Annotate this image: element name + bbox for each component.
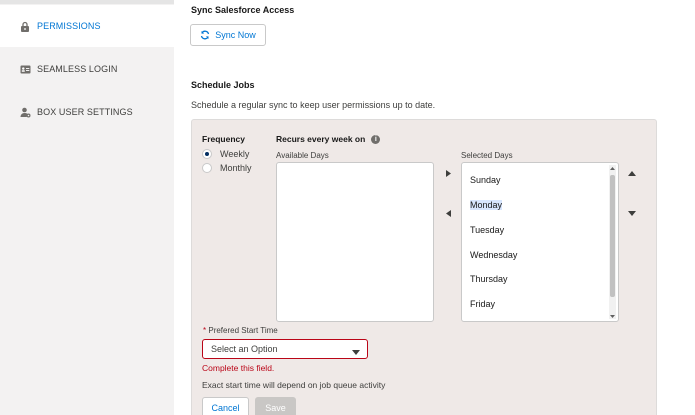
sidebar-item-box-user-settings[interactable]: BOX USER SETTINGS xyxy=(0,91,174,133)
cancel-button[interactable]: Cancel xyxy=(202,397,249,415)
selected-day-item-highlighted[interactable]: Monday xyxy=(470,200,503,210)
selected-day-item[interactable]: Friday xyxy=(470,299,495,309)
start-time-label: * Prefered Start Time xyxy=(203,326,278,335)
day-label: Tuesday xyxy=(470,225,505,235)
scroll-up-icon[interactable] xyxy=(609,165,616,171)
sidebar-item-label: SEAMLESS LOGIN xyxy=(37,64,118,74)
sidebar-item-permissions[interactable]: PERMISSIONS xyxy=(0,5,174,47)
id-card-icon xyxy=(19,63,31,75)
frequency-monthly-radio[interactable]: Monthly xyxy=(202,163,252,173)
recurs-label: Recurs every week on i xyxy=(276,134,381,144)
save-button[interactable]: Save xyxy=(255,397,296,415)
lock-icon xyxy=(19,20,31,32)
user-settings-icon xyxy=(19,106,31,118)
selected-day-item[interactable]: Sunday xyxy=(470,175,501,185)
select-placeholder: Select an Option xyxy=(211,344,278,354)
sidebar-item-label: BOX USER SETTINGS xyxy=(37,107,133,117)
start-time-note: Exact start time will depend on job queu… xyxy=(202,380,386,390)
radio-dot xyxy=(202,163,212,173)
info-icon[interactable]: i xyxy=(371,134,381,144)
scrollbar[interactable] xyxy=(609,165,616,319)
sync-now-button[interactable]: Sync Now xyxy=(190,24,266,46)
sidebar-item-label: PERMISSIONS xyxy=(37,21,101,31)
move-up-arrow-icon[interactable] xyxy=(627,168,637,178)
sidebar: PERMISSIONS SEAMLESS LOGIN BOX USER SETT… xyxy=(0,0,174,415)
frequency-weekly-radio[interactable]: Weekly xyxy=(202,149,249,159)
refresh-icon xyxy=(200,30,210,40)
radio-dot-selected xyxy=(202,149,212,159)
day-label: Sunday xyxy=(470,175,501,185)
radio-label: Weekly xyxy=(220,149,250,159)
selected-days-listbox[interactable]: Sunday Monday Tuesday Wednesday Thursday… xyxy=(461,162,619,322)
schedule-description: Schedule a regular sync to keep user per… xyxy=(191,100,436,110)
required-mark: * xyxy=(203,326,207,335)
sync-now-label: Sync Now xyxy=(215,30,256,40)
frequency-label: Frequency xyxy=(202,134,245,144)
scroll-thumb[interactable] xyxy=(610,175,615,297)
day-label: Thursday xyxy=(470,274,508,284)
chevron-down-icon xyxy=(352,347,360,357)
selected-day-item[interactable]: Wednesday xyxy=(470,250,517,260)
day-label: Wednesday xyxy=(470,250,518,260)
error-message: Complete this field. xyxy=(202,363,275,373)
sync-heading: Sync Salesforce Access xyxy=(191,5,295,15)
schedule-heading: Schedule Jobs xyxy=(191,80,255,90)
selected-day-item[interactable]: Tuesday xyxy=(470,225,504,235)
available-days-listbox[interactable] xyxy=(276,162,434,322)
sidebar-top-strip xyxy=(0,0,174,4)
sidebar-item-seamless-login[interactable]: SEAMLESS LOGIN xyxy=(0,48,174,90)
scroll-down-icon[interactable] xyxy=(609,313,616,319)
day-label: Friday xyxy=(470,299,496,309)
start-time-select[interactable]: Select an Option xyxy=(202,339,368,359)
move-right-arrow-icon[interactable] xyxy=(443,168,453,178)
recurs-label-text: Recurs every week on xyxy=(276,134,366,144)
radio-label: Monthly xyxy=(220,163,252,173)
available-days-label: Available Days xyxy=(276,151,329,160)
day-label: Monday xyxy=(470,200,503,210)
selected-days-label: Selected Days xyxy=(461,151,513,160)
start-time-label-text: Prefered Start Time xyxy=(208,326,278,335)
selected-day-item[interactable]: Thursday xyxy=(470,274,508,284)
move-left-arrow-icon[interactable] xyxy=(443,208,453,218)
move-down-arrow-icon[interactable] xyxy=(627,208,637,218)
